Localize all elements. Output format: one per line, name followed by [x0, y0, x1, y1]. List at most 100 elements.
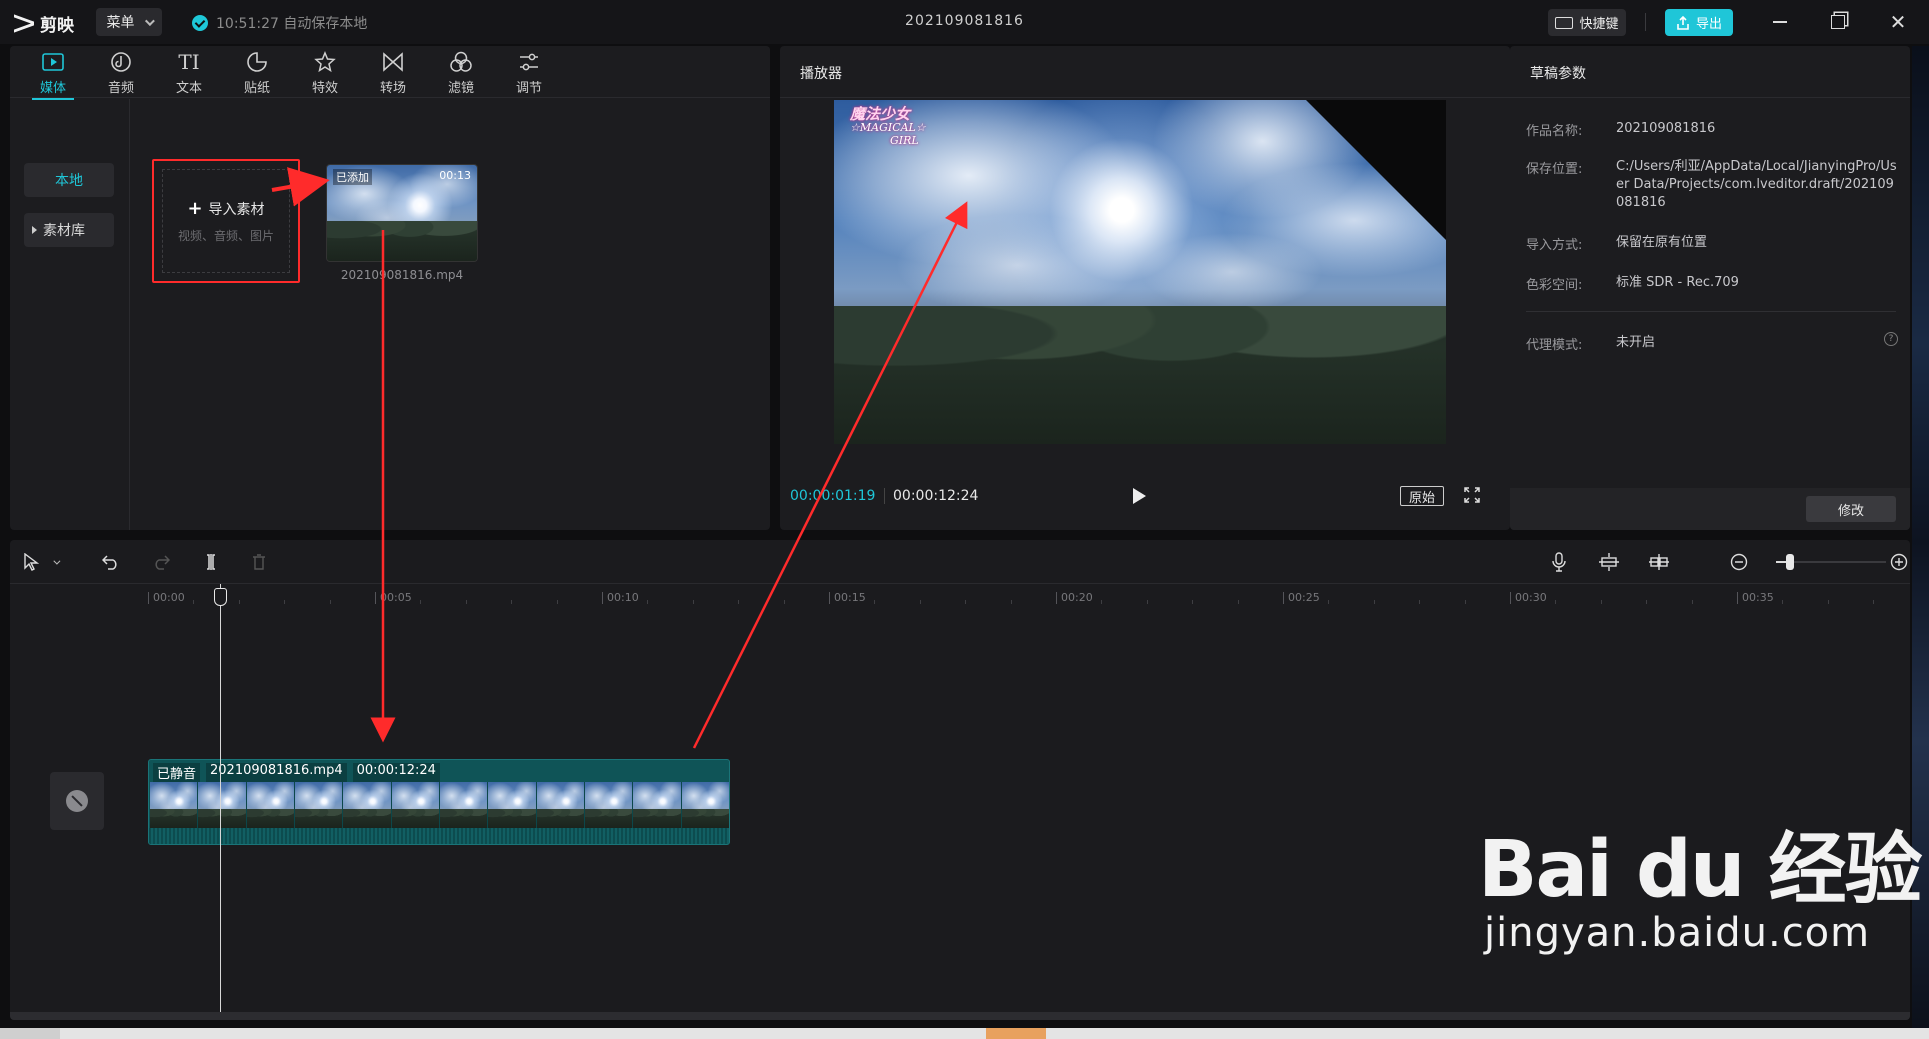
clip-frame [584, 782, 634, 828]
transition-icon [381, 50, 405, 74]
taskbar-edge [0, 1028, 1929, 1039]
undo-button[interactable] [100, 551, 122, 573]
tool-label: 媒体 [39, 81, 66, 96]
tool-label: 转场 [379, 81, 406, 96]
current-time: 00:00:01:19 [790, 488, 876, 504]
clip-frame [198, 782, 247, 828]
tool-sticker[interactable]: 贴纸 [230, 50, 284, 96]
tool-adjust[interactable]: 调节 [502, 50, 556, 96]
clip-filename: 202109081816.mp4 [340, 268, 464, 282]
sidebar-item-library[interactable]: 素材库 [24, 213, 114, 247]
ruler-tick-label: 00:05 [375, 592, 412, 604]
timeline-ruler[interactable]: 00:00 00:05 00:10 00:15 00:20 00:25 00:3… [10, 584, 1910, 610]
added-badge: 已添加 [333, 169, 372, 185]
main-track-magnet-button[interactable] [1598, 551, 1620, 573]
redo-button[interactable] [150, 551, 172, 573]
prop-row-import-mode: 导入方式: 保留在原有位置 [1526, 234, 1900, 253]
clip-frame [294, 782, 344, 828]
record-audio-button[interactable] [1548, 551, 1570, 573]
clip-frame [150, 782, 199, 828]
delete-button[interactable] [248, 551, 270, 573]
help-icon[interactable]: ? [1884, 332, 1898, 346]
tool-media[interactable]: 媒体 [26, 50, 80, 100]
clip-frame [391, 782, 440, 828]
jianying-logo-icon [14, 16, 34, 32]
clip-duration: 00:13 [439, 169, 471, 182]
ruler-minor-tick [1600, 600, 1602, 604]
ruler-minor-tick [965, 600, 967, 604]
track-mute-toggle[interactable] [50, 772, 104, 830]
video-preview[interactable]: 魔法少女 ☆MAGICAL☆ GIRL [834, 100, 1446, 444]
timeline-scrollbar[interactable] [10, 1012, 1910, 1020]
baidu-jingyan-watermark: Bai du 经验 jingyan.baidu.com [1478, 830, 1922, 956]
chevron-down-icon [52, 557, 60, 565]
playhead-line[interactable] [220, 584, 221, 1020]
play-button[interactable] [1133, 488, 1146, 504]
ruler-minor-tick [692, 600, 694, 604]
sidebar-item-local[interactable]: 本地 [24, 163, 114, 197]
menu-button[interactable]: 菜单 [96, 8, 162, 36]
split-button[interactable] [200, 551, 222, 573]
ruler-minor-tick [1237, 600, 1239, 604]
export-button[interactable]: 导出 [1665, 9, 1733, 36]
thumbnail-trees [327, 220, 477, 261]
ruler-minor-tick [193, 600, 195, 604]
close-button[interactable]: ✕ [1878, 8, 1918, 36]
prop-value: 202109081816 [1616, 121, 1716, 136]
zoom-slider-handle[interactable] [1786, 554, 1794, 570]
tool-effects[interactable]: 特效 [298, 50, 352, 96]
muted-badge: 已静音 [153, 763, 201, 782]
overlay-line-2: ☆MAGICAL☆ [850, 121, 926, 134]
clip-waveform [149, 828, 729, 844]
zoom-in-icon [1890, 553, 1908, 571]
ruler-minor-tick [1419, 600, 1421, 604]
clip-frame [439, 782, 489, 828]
fullscreen-icon[interactable] [1464, 487, 1480, 503]
select-mode-dropdown[interactable] [48, 551, 62, 573]
tool-text[interactable]: TI 文本 [162, 50, 216, 96]
overlay-line-1: 魔法少女 [850, 105, 911, 123]
playhead-handle[interactable] [214, 588, 227, 606]
prop-value: 保留在原有位置 [1616, 235, 1708, 250]
adjust-icon [517, 50, 541, 74]
preview-trees [834, 306, 1446, 444]
shortcut-button[interactable]: 快捷键 [1548, 9, 1626, 36]
ruler-minor-tick [1328, 600, 1330, 604]
ruler-minor-tick [238, 600, 240, 604]
effects-icon [313, 50, 337, 74]
minimize-button[interactable] [1760, 8, 1800, 36]
tool-filter[interactable]: 滤镜 [434, 50, 488, 96]
taskbar-highlight [986, 1028, 1046, 1039]
zoom-out-button[interactable] [1728, 551, 1750, 573]
import-media-button[interactable]: + 导入素材 视频、音频、图片 [162, 169, 290, 273]
prop-label: 保存位置: [1526, 162, 1583, 177]
prop-label: 导入方式: [1526, 238, 1583, 253]
keyboard-icon [1555, 16, 1574, 29]
restore-button[interactable] [1818, 8, 1858, 36]
ruler-minor-tick [511, 600, 513, 604]
ruler-tick-label: 00:35 [1737, 592, 1774, 604]
ruler-minor-tick [1464, 600, 1466, 604]
tool-transition[interactable]: 转场 [366, 50, 420, 96]
split-icon [207, 554, 215, 570]
timeline-video-clip[interactable]: 已静音 202109081816.mp4 00:00:12:24 [148, 759, 730, 845]
tool-audio[interactable]: 音频 [94, 50, 148, 96]
linkage-button[interactable] [1648, 551, 1670, 573]
ruler-tick-label: 00:25 [1283, 592, 1320, 604]
zoom-in-button[interactable] [1888, 551, 1910, 573]
aspect-original-button[interactable]: 原始 [1400, 486, 1444, 506]
modify-button[interactable]: 修改 [1806, 496, 1896, 522]
cursor-icon [24, 553, 39, 571]
clip-duration: 00:00:12:24 [352, 763, 440, 782]
media-toolbar: 媒体 音频 TI 文本 贴纸 特效 转场 滤镜 调节 [10, 46, 770, 100]
ruler-minor-tick [465, 600, 467, 604]
media-clip-thumbnail[interactable]: 已添加 00:13 [326, 164, 478, 262]
watermark-url: jingyan.baidu.com [1484, 910, 1871, 956]
import-subtitle: 视频、音频、图片 [177, 229, 274, 243]
menu-label: 菜单 [106, 15, 135, 31]
clip-filename: 202109081816.mp4 [206, 763, 347, 782]
timeline-toolbar [10, 540, 1910, 584]
ruler-minor-tick [1192, 600, 1194, 604]
select-tool-button[interactable] [20, 551, 42, 573]
preview-car-edge [1306, 100, 1446, 240]
